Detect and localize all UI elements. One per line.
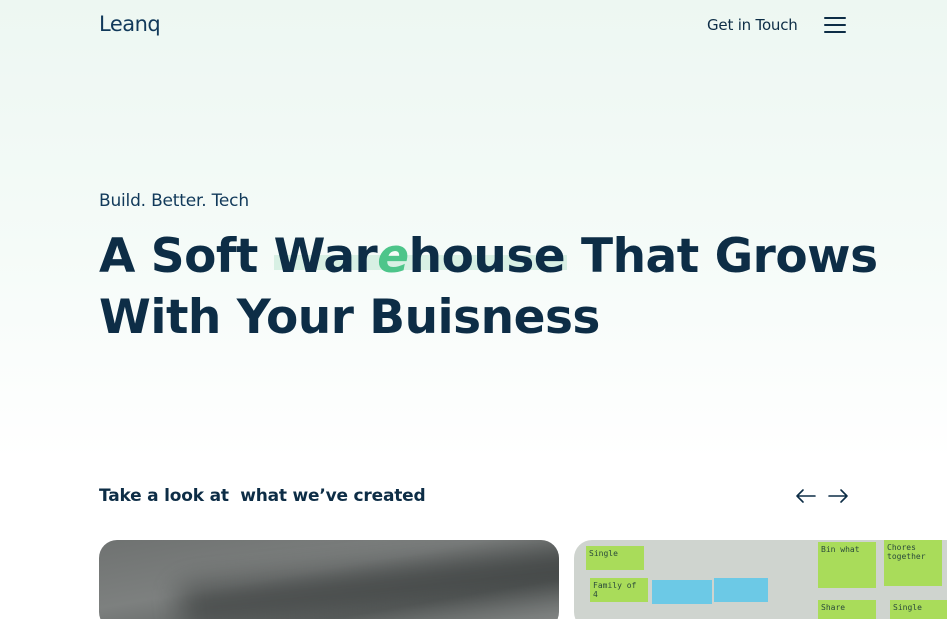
headline-line2: With Your Buisness — [99, 290, 600, 345]
card-image-shadow — [178, 540, 559, 619]
logo-text: Leanq — [99, 12, 161, 36]
sticky-note — [652, 580, 712, 604]
sticky-note: Bin what — [818, 542, 876, 588]
arrow-left-icon[interactable] — [794, 484, 818, 508]
sticky-note — [714, 578, 768, 602]
sticky-note: Chores together — [884, 540, 942, 586]
menu-icon[interactable] — [824, 16, 846, 34]
hero-headline: A Soft Warehouse That Grows With Your Bu… — [99, 226, 878, 348]
sticky-note: Single — [890, 600, 947, 619]
project-card-2[interactable]: Single Family of 4 Bin what Chores toget… — [574, 540, 947, 619]
project-card-1[interactable] — [99, 540, 559, 619]
headline-part1: A Soft — [99, 229, 274, 284]
sticky-note: Share — [818, 600, 876, 619]
sticky-note: Family of 4 — [590, 578, 648, 602]
site-header: Leanq Get in Touch — [0, 0, 947, 50]
headline-highlight: Warehouse — [273, 226, 567, 287]
arrow-right-icon[interactable] — [826, 484, 850, 508]
showcase-title: Take a look at what we’ve created — [99, 486, 426, 506]
get-in-touch-link[interactable]: Get in Touch — [707, 16, 798, 34]
logo[interactable]: Leanq — [99, 10, 161, 38]
hero-eyebrow: Build. Better. Tech — [99, 191, 249, 211]
sticky-note: Single — [586, 546, 644, 570]
headline-part2: That Grows — [565, 229, 878, 284]
